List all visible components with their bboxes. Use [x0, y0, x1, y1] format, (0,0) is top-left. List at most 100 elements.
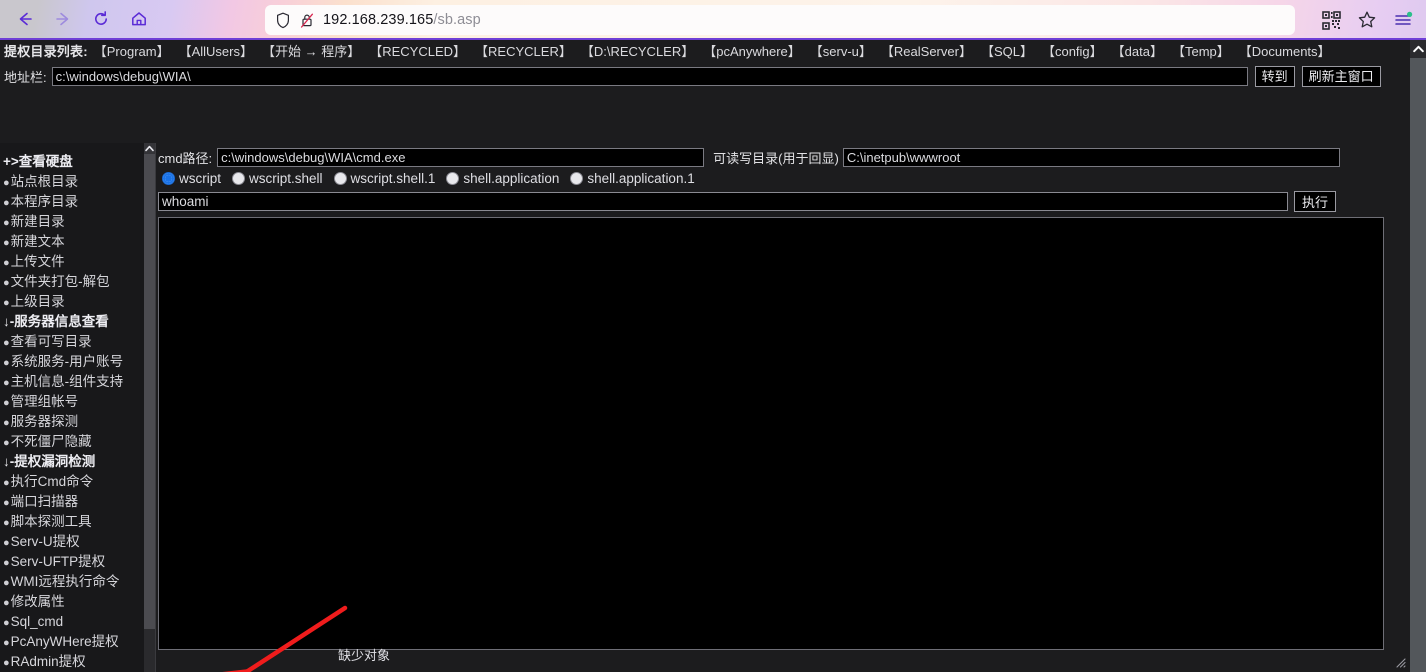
bullet-icon: ●	[3, 617, 10, 629]
sidebar-item[interactable]: ●WMI远程执行命令	[0, 572, 155, 592]
sidebar-scrollbar[interactable]	[144, 143, 155, 672]
lock-broken-icon[interactable]	[299, 12, 315, 29]
bullet-icon: ●	[3, 237, 10, 249]
sidebar-item[interactable]: ●本程序目录	[0, 192, 155, 212]
bullet-icon: ●	[3, 637, 10, 649]
dir-link[interactable]: 【开始 → 程序】	[262, 41, 360, 60]
component-radio-wscript-shell[interactable]: wscript.shell	[232, 171, 323, 186]
sidebar-item[interactable]: ●Sql_cmd	[0, 612, 155, 632]
command-output-textarea[interactable]	[158, 217, 1384, 650]
cmd-path-row: cmd路径: 可读写目录(用于回显)	[156, 146, 1410, 168]
bookmark-button[interactable]	[1350, 4, 1384, 36]
sidebar-scroll-thumb[interactable]	[144, 154, 155, 629]
dir-link[interactable]: 【RealServer】	[881, 41, 972, 60]
sidebar-item-label: 本程序目录	[10, 194, 79, 209]
bullet-icon: ●	[3, 397, 10, 409]
sidebar-scroll-up-button[interactable]	[144, 143, 155, 154]
sidebar-item[interactable]: ●查看可写目录	[0, 332, 155, 352]
bookmark-star-icon	[1358, 11, 1376, 28]
bullet-icon: ●	[3, 257, 10, 269]
radio-indicator[interactable]	[162, 172, 175, 185]
cmd-path-input[interactable]	[217, 147, 705, 167]
sidebar-item[interactable]: ●站点根目录	[0, 172, 155, 192]
radio-indicator[interactable]	[446, 172, 460, 185]
radio-indicator[interactable]	[333, 172, 347, 185]
back-button[interactable]	[8, 4, 42, 34]
sidebar-item[interactable]: ●端口扫描器	[0, 492, 155, 512]
sidebar-item-label: Serv-U提权	[10, 534, 80, 549]
sidebar-item[interactable]: ●RAdmin提权	[0, 652, 155, 672]
radio-indicator[interactable]	[232, 172, 246, 185]
command-input[interactable]	[158, 191, 1288, 211]
sidebar-item-label: Serv-UFTP提权	[10, 554, 106, 569]
sidebar-item[interactable]: ●主机信息-组件支持	[0, 372, 155, 392]
writable-dir-input[interactable]	[842, 147, 1340, 167]
textarea-resize-grip[interactable]	[1393, 655, 1406, 668]
sidebar-section-header[interactable]: ↓-提权漏洞检测	[0, 452, 155, 472]
bullet-icon: ●	[3, 657, 10, 669]
sidebar-section-header[interactable]: +>查看硬盘	[0, 152, 155, 172]
component-radio-label: wscript.shell	[249, 171, 323, 186]
sidebar-item[interactable]: ●Serv-UFTP提权	[0, 552, 155, 572]
sidebar-item[interactable]: ●管理组帐号	[0, 392, 155, 412]
sidebar-item-label: 上级目录	[10, 294, 65, 309]
component-radio-group: wscript wscript.shell wscript.shell.1 shell…	[156, 168, 1410, 189]
bullet-icon: ●	[3, 337, 10, 349]
dir-link[interactable]: 【RECYCLED】	[369, 41, 466, 60]
component-radio-shell-application-1[interactable]: shell.application.1	[570, 171, 695, 186]
home-button[interactable]	[122, 4, 156, 34]
dir-link[interactable]: 【Temp】	[1172, 41, 1230, 60]
sidebar-item[interactable]: ●上传文件	[0, 252, 155, 272]
dir-link[interactable]: 【AllUsers】	[179, 41, 253, 60]
execute-button[interactable]: 执行	[1294, 190, 1337, 212]
sidebar-item[interactable]: ●文件夹打包-解包	[0, 272, 155, 292]
sidebar-item[interactable]: ●新建文本	[0, 232, 155, 252]
sidebar-item-label: 文件夹打包-解包	[10, 274, 110, 289]
app-menu-icon	[1395, 11, 1413, 25]
component-radio-wscript-shell-1[interactable]: wscript.shell.1	[333, 171, 435, 186]
dir-link[interactable]: 【config】	[1042, 41, 1103, 60]
bullet-icon: ●	[3, 357, 10, 369]
sidebar-item[interactable]: ●脚本探测工具	[0, 512, 155, 532]
sidebar-section-header[interactable]: ↓-服务器信息查看	[0, 312, 155, 332]
address-input[interactable]	[51, 66, 1248, 86]
status-message: 缺少对象	[338, 648, 391, 663]
sidebar-item[interactable]: ●系统服务-用户账号	[0, 352, 155, 372]
go-button[interactable]: 转到	[1254, 65, 1295, 87]
bullet-icon: ●	[3, 537, 10, 549]
component-radio-wscript[interactable]: wscript	[162, 171, 221, 186]
shield-icon[interactable]	[275, 12, 291, 29]
dir-link[interactable]: 【Program】	[94, 41, 170, 60]
bullet-icon: ●	[3, 177, 10, 189]
command-row: 执行	[156, 190, 1410, 212]
sidebar-item[interactable]: ●Serv-U提权	[0, 532, 155, 552]
url-bar[interactable]: 192.168.239.165/sb.asp	[265, 5, 1295, 35]
dir-link[interactable]: 【RECYCLER】	[475, 41, 572, 60]
dir-link[interactable]: 【Documents】	[1239, 41, 1331, 60]
sidebar-item[interactable]: ●PcAnyWHere提权	[0, 632, 155, 652]
dir-link[interactable]: 【D:\RECYCLER】	[581, 41, 694, 60]
sidebar-item[interactable]: ●上级目录	[0, 292, 155, 312]
sidebar-item[interactable]: ●不死僵尸隐藏	[0, 432, 155, 452]
navigation-buttons	[0, 4, 156, 34]
component-radio-shell-application[interactable]: shell.application	[446, 171, 559, 186]
sidebar-item[interactable]: ●执行Cmd命令	[0, 472, 155, 492]
sidebar-item[interactable]: ●修改属性	[0, 592, 155, 612]
dir-link[interactable]: 【pcAnywhere】	[703, 41, 801, 60]
app-menu-button[interactable]	[1386, 4, 1420, 36]
sidebar-item[interactable]: ●新建目录	[0, 212, 155, 232]
home-icon	[132, 12, 146, 26]
sidebar-item[interactable]: ●服务器探测	[0, 412, 155, 432]
dir-link[interactable]: 【serv-u】	[810, 41, 872, 60]
page-scroll-up-button[interactable]	[1410, 40, 1426, 58]
radio-indicator[interactable]	[570, 172, 584, 185]
reload-button[interactable]	[84, 4, 118, 34]
forward-button[interactable]	[46, 4, 80, 34]
dir-link[interactable]: 【data】	[1112, 41, 1163, 60]
refresh-main-window-button[interactable]: 刷新主窗口	[1301, 65, 1381, 87]
bullet-icon: ●	[3, 517, 10, 529]
bullet-icon: ●	[3, 217, 10, 229]
qr-code-button[interactable]	[1314, 4, 1348, 36]
page-scrollbar[interactable]	[1410, 40, 1426, 672]
dir-link[interactable]: 【SQL】	[981, 41, 1033, 60]
